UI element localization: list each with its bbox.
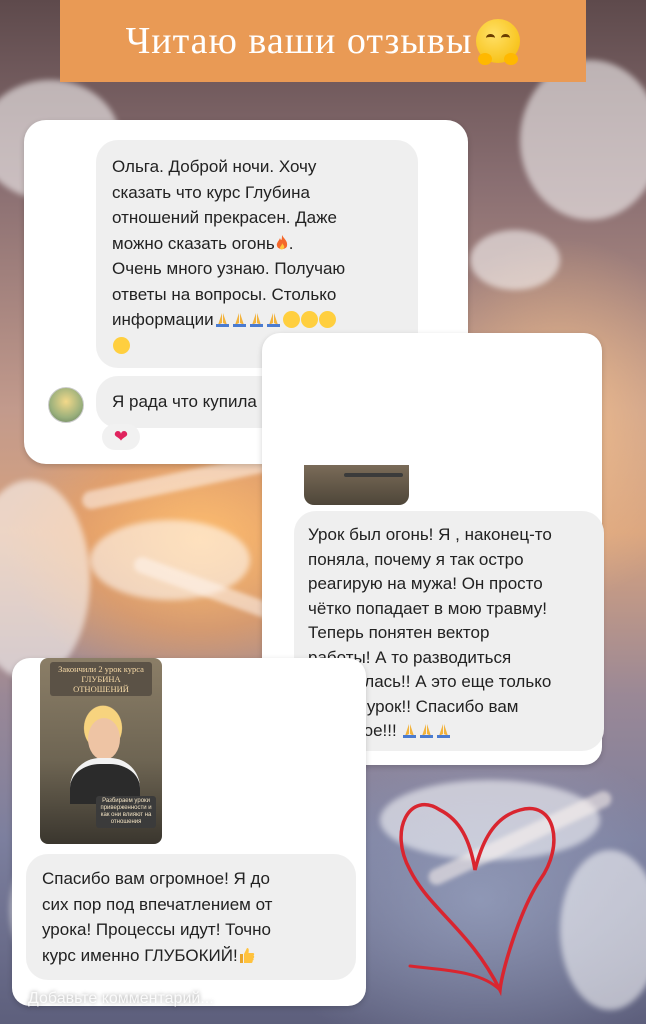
review-2-line-5: Теперь понятен вектор [308, 623, 490, 642]
review-3-line-4-wrap: курс именно ГЛУБОКИЙ! [42, 943, 340, 969]
review-2-line-4: чётко попадает в мою травму! [308, 598, 548, 618]
story-reply-thumbnail[interactable]: Закончили 2 урок курса ГЛУБИНА ОТНОШЕНИЙ… [40, 658, 162, 844]
thumbs-up-icon [239, 947, 254, 963]
sender-avatar[interactable] [48, 387, 84, 423]
review-1-line-1: Ольга. Доброй ночи. Хочу [112, 157, 317, 176]
review-2-line-2: поняла, почему я так остро [308, 549, 524, 569]
pray-icon [437, 724, 451, 738]
thumbnail-caption [344, 473, 403, 477]
smiling-face-icon [113, 336, 130, 354]
review-2-line-3: реагирую на мужа! Он просто [308, 574, 543, 593]
thumbnail-caption: Разбираем уроки приверженности и как они… [96, 796, 156, 828]
review-card-3: Закончили 2 урок курса ГЛУБИНА ОТНОШЕНИЙ… [12, 658, 366, 1006]
review-3-line-2: сих пор под впечатлением от [42, 894, 273, 914]
review-3-line-4: курс именно ГЛУБОКИЙ! [42, 945, 238, 965]
story-title-banner: Читаю ваши отзывы [60, 0, 586, 82]
pray-icon [232, 313, 246, 327]
heart-reaction-icon[interactable]: ❤ [102, 424, 140, 450]
review-1-line-6: ответы на вопросы. Столько [112, 284, 337, 304]
fire-icon [276, 234, 287, 249]
review-1-line-4-wrap: можно сказать огонь. [112, 233, 294, 253]
review-1-line-7-wrap: информации [112, 307, 402, 333]
story-title: Читаю ваши отзывы [125, 20, 473, 62]
review-1-line-5: Очень много узнаю. Получаю [112, 259, 346, 278]
smiling-face-icon [300, 311, 318, 328]
comment-input[interactable]: Добавьте комментарий... [28, 990, 214, 1008]
smiling-face-icon [282, 311, 300, 328]
pray-icon [266, 313, 280, 327]
pray-icon [215, 313, 229, 327]
thumbnail-person [58, 688, 148, 804]
review-3-line-1: Спасибо вам огромное! Я до [42, 869, 270, 888]
pray-icon [420, 724, 434, 738]
hugging-face-icon [476, 19, 521, 65]
review-3-message: Спасибо вам огромное! Я до сих пор под в… [26, 854, 356, 980]
review-3-line-3: урока! Процессы идут! Точно [42, 920, 271, 939]
pray-icon [249, 313, 263, 327]
review-1-line-7: информации [112, 310, 214, 329]
review-2-line-1: Урок был огонь! Я , наконец-то [308, 525, 552, 544]
heart-outline-icon [399, 802, 556, 997]
review-1-line-3: отношений прекрасен. Даже [112, 208, 337, 227]
story-reply-thumbnail[interactable] [304, 465, 409, 505]
pray-icon [403, 724, 417, 738]
review-1-line-4: можно сказать огонь [112, 233, 275, 253]
smiling-face-icon [318, 311, 336, 328]
review-1-line-2: сказать что курс Глубина [112, 182, 310, 202]
